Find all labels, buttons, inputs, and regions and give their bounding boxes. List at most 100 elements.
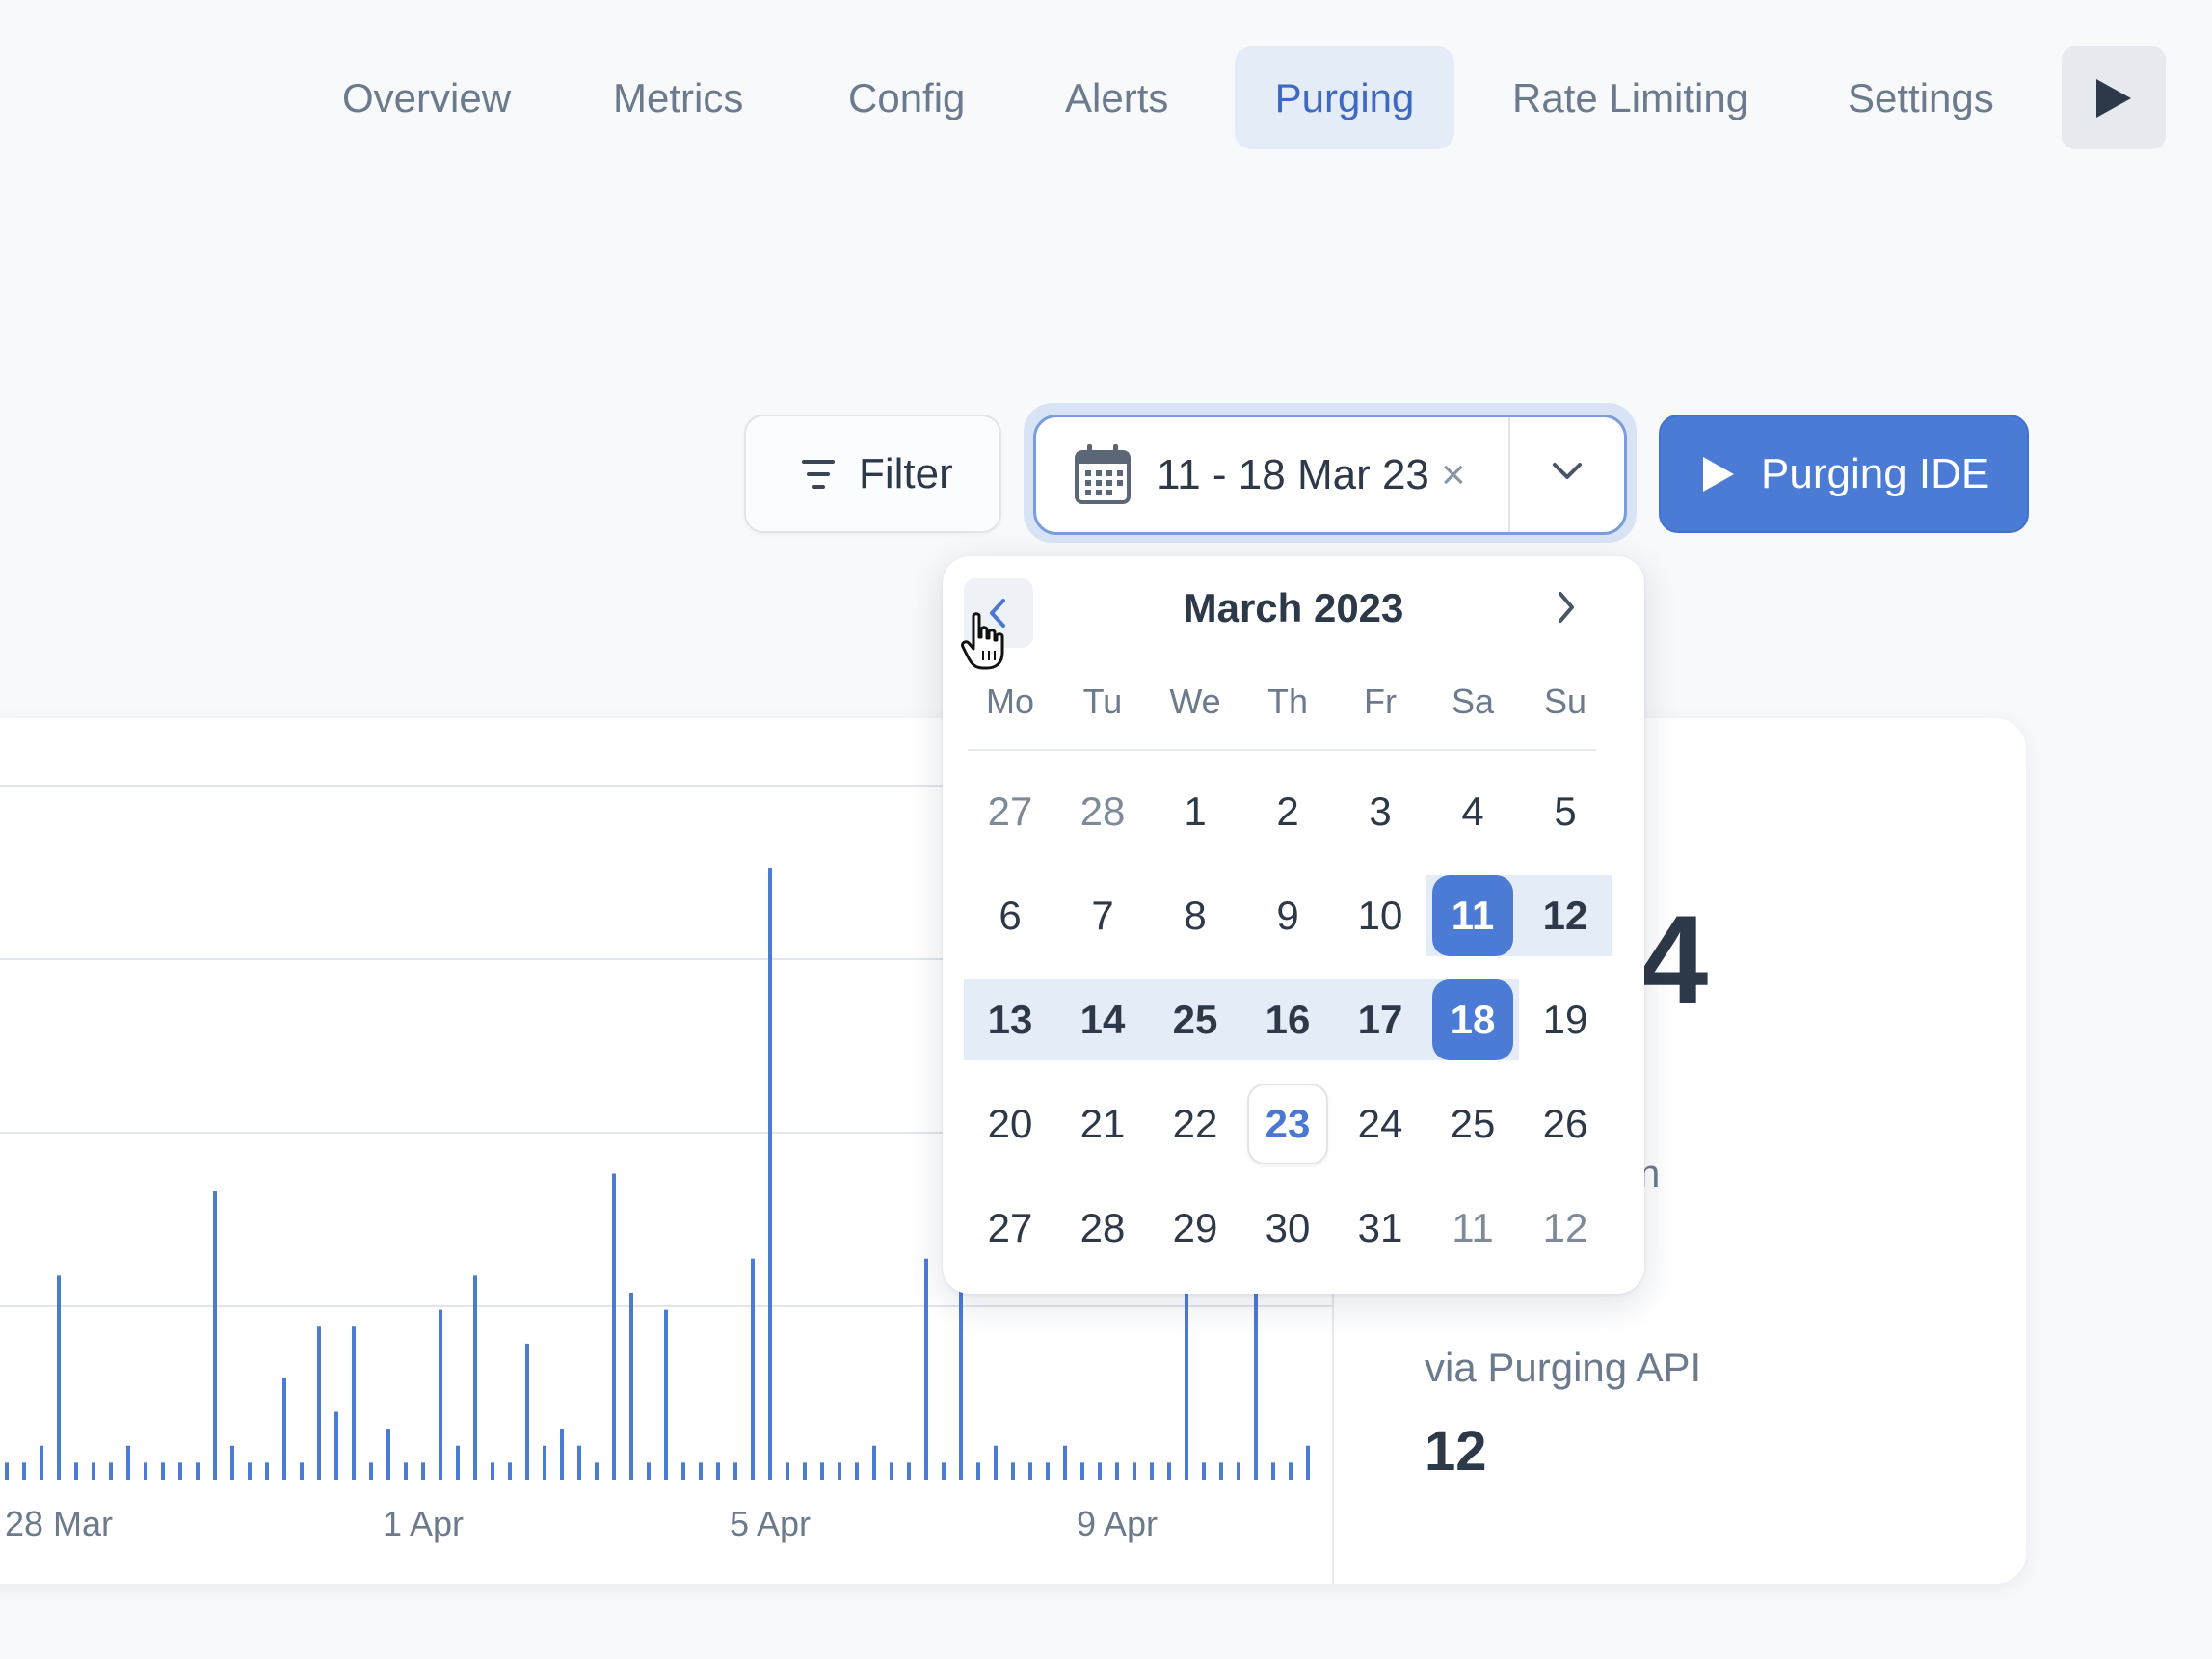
chart-bar — [1098, 1462, 1102, 1480]
calendar-day-selected[interactable]: 18 — [1432, 979, 1513, 1060]
calendar-day[interactable]: 3 — [1340, 771, 1421, 852]
date-range-picker[interactable]: 11 - 18 Mar 23 × — [1033, 415, 1627, 535]
chart-bar — [161, 1462, 165, 1480]
calendar-day[interactable]: 25 — [1432, 1084, 1513, 1164]
chart-bar — [699, 1462, 703, 1480]
total-purges-value: 4 — [1639, 889, 1709, 1030]
chart-bar — [629, 1292, 633, 1480]
calendar-day[interactable]: 12 — [1525, 1188, 1606, 1269]
calendar-day[interactable]: 12 — [1525, 875, 1606, 956]
chart-bar — [300, 1462, 304, 1480]
tab-config[interactable]: Config — [848, 46, 965, 149]
calendar-popup: March 2023 Mo Tu We Th Fr Sa Su 27 28 1 2 3 4 5 6 7 8 9 10… — [943, 556, 1644, 1294]
chart-bar — [196, 1462, 200, 1480]
chart-bar — [855, 1462, 859, 1480]
calendar-day[interactable]: 5 — [1525, 771, 1606, 852]
calendar-day[interactable]: 25 — [1155, 979, 1236, 1060]
chart-bar — [74, 1462, 78, 1480]
calendar-day[interactable]: 28 — [1062, 771, 1143, 852]
calendar-day[interactable]: 6 — [970, 875, 1051, 956]
weekday-header: Tu — [1082, 682, 1123, 721]
calendar-day[interactable]: 1 — [1155, 771, 1236, 852]
chart-bar — [1271, 1462, 1275, 1480]
chart-bar — [525, 1343, 529, 1480]
chart-bar — [768, 868, 772, 1480]
filter-label: Filter — [859, 450, 953, 497]
play-icon — [2096, 78, 2131, 118]
clear-icon[interactable]: × — [1441, 417, 1466, 532]
weekday-header: Fr — [1364, 682, 1397, 721]
calendar-day[interactable]: 17 — [1340, 979, 1421, 1060]
chart-bar — [352, 1326, 356, 1480]
chart-bar — [1080, 1462, 1084, 1480]
weekday-header: Su — [1543, 682, 1587, 721]
calendar-day[interactable]: 4 — [1432, 771, 1513, 852]
chart-bar — [577, 1445, 581, 1480]
calendar-day[interactable]: 21 — [1062, 1084, 1143, 1164]
tab-purging[interactable]: Purging — [1235, 46, 1454, 149]
chart-bar — [213, 1191, 217, 1480]
tab-metrics[interactable]: Metrics — [613, 46, 743, 149]
calendar-day[interactable]: 8 — [1155, 875, 1236, 956]
run-button[interactable] — [2062, 46, 2166, 149]
purging-ide-button[interactable]: Purging IDE — [1659, 415, 2029, 533]
calendar-day[interactable]: 2 — [1247, 771, 1328, 852]
calendar-day[interactable]: 10 — [1340, 875, 1421, 956]
chart-bar — [491, 1462, 494, 1480]
chart-bar — [786, 1462, 789, 1480]
chart-bar — [838, 1462, 841, 1480]
weekday-header: Th — [1266, 682, 1308, 721]
chart-bar — [5, 1462, 9, 1480]
calendar-day[interactable]: 31 — [1340, 1188, 1421, 1269]
calendar-day[interactable]: 9 — [1247, 875, 1328, 956]
calendar-day[interactable]: 24 — [1340, 1084, 1421, 1164]
calendar-day-selected[interactable]: 11 — [1432, 875, 1513, 956]
chart-bar — [1046, 1462, 1050, 1480]
chart-bar — [907, 1462, 911, 1480]
calendar-day[interactable]: 14 — [1062, 979, 1143, 1060]
pointer-cursor-icon — [961, 612, 1004, 670]
chart-bar — [994, 1445, 998, 1480]
tab-rate-limiting[interactable]: Rate Limiting — [1512, 46, 1748, 149]
chart-bar — [144, 1462, 147, 1480]
x-tick-label: 28 Mar — [5, 1504, 113, 1543]
chart-bar — [386, 1429, 390, 1480]
chart-bar — [733, 1462, 737, 1480]
calendar-day[interactable]: 20 — [970, 1084, 1051, 1164]
tab-settings[interactable]: Settings — [1848, 46, 1994, 149]
chart-bar — [595, 1462, 599, 1480]
calendar-day[interactable]: 28 — [1062, 1188, 1143, 1269]
calendar-day[interactable]: 27 — [970, 1188, 1051, 1269]
calendar-day[interactable]: 7 — [1062, 875, 1143, 956]
filter-button[interactable]: Filter — [744, 415, 1001, 533]
calendar-day[interactable]: 30 — [1247, 1188, 1328, 1269]
chart-bar — [334, 1411, 338, 1480]
chart-bar — [473, 1275, 477, 1480]
calendar-day[interactable]: 11 — [1432, 1188, 1513, 1269]
chart-bar — [543, 1445, 546, 1480]
calendar-day[interactable]: 19 — [1525, 979, 1606, 1060]
calendar-day[interactable]: 29 — [1155, 1188, 1236, 1269]
calendar-day[interactable]: 16 — [1247, 979, 1328, 1060]
chart-bar — [369, 1462, 373, 1480]
calendar-day[interactable]: 26 — [1525, 1084, 1606, 1164]
chevron-down-icon[interactable] — [1552, 462, 1583, 481]
chart-bar — [890, 1462, 893, 1480]
chart-bar — [1028, 1462, 1032, 1480]
weekday-header: Mo — [985, 682, 1034, 721]
tab-overview[interactable]: Overview — [342, 46, 511, 149]
chart-bar — [1237, 1462, 1240, 1480]
purging-ide-label: Purging IDE — [1761, 450, 1990, 497]
chart-bar — [1133, 1462, 1136, 1480]
chevron-right-icon[interactable] — [1556, 591, 1577, 624]
chart-bar — [716, 1462, 720, 1480]
via-api-value: 12 — [1425, 1420, 1487, 1483]
calendar-day[interactable]: 13 — [970, 979, 1051, 1060]
chart-bar — [1289, 1462, 1293, 1480]
calendar-day[interactable]: 22 — [1155, 1084, 1236, 1164]
chart-bar — [126, 1445, 130, 1480]
calendar-day[interactable]: 23 — [1247, 1084, 1328, 1164]
calendar-day[interactable]: 27 — [970, 771, 1051, 852]
tab-alerts[interactable]: Alerts — [1065, 46, 1168, 149]
chart-bar — [22, 1462, 26, 1480]
